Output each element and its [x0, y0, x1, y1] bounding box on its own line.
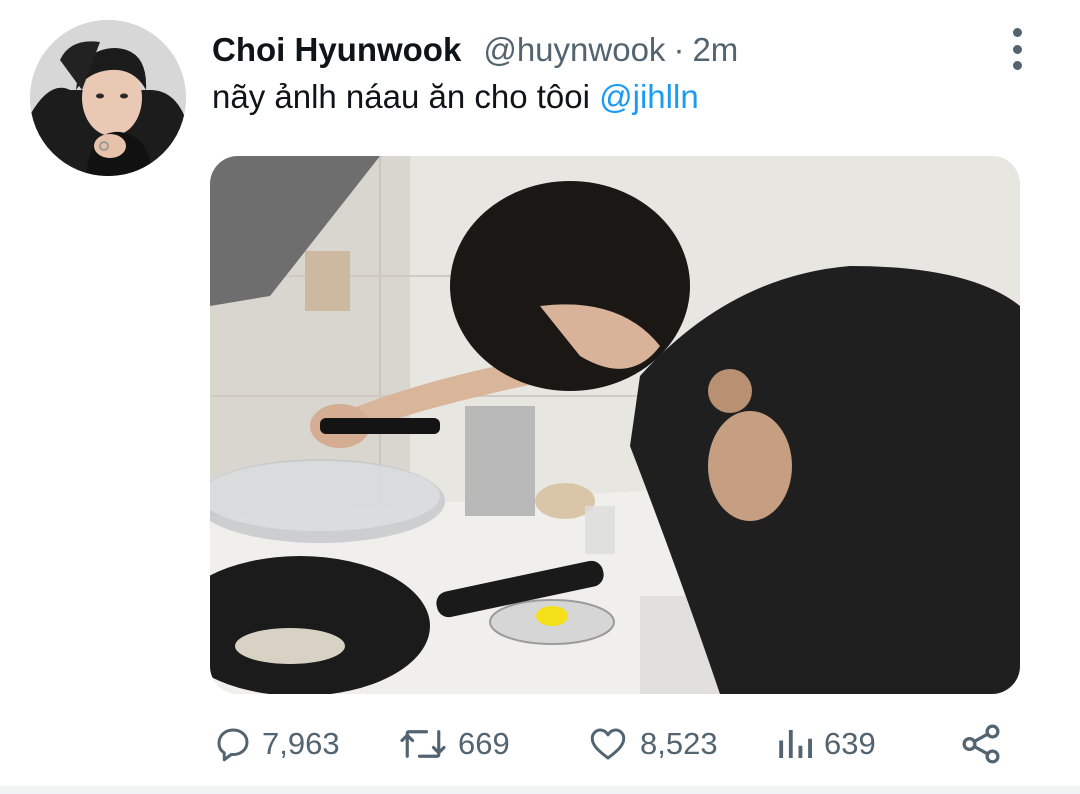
bar-chart-icon [779, 730, 812, 758]
retweet-button[interactable]: 669 [396, 720, 510, 768]
heart-icon [590, 728, 626, 760]
reply-count: 7,963 [262, 726, 340, 761]
avatar-image [30, 20, 186, 176]
share-button[interactable] [958, 720, 1004, 768]
like-count: 8,523 [640, 726, 718, 761]
tweet-header: Choi Hyunwook @huynwook · 2m [212, 26, 738, 74]
mention-link[interactable]: @jihlln [599, 78, 699, 115]
reply-button[interactable]: 7,963 [212, 720, 340, 768]
tweet-body: nãy ảnlh náau ăn cho tôoi [212, 78, 600, 115]
separator-dot: · [673, 31, 685, 68]
timestamp[interactable]: 2m [692, 31, 738, 69]
tweet-photo[interactable] [210, 156, 1020, 694]
more-vertical-icon[interactable] [998, 24, 1036, 74]
views-button[interactable]: 639 [774, 720, 876, 768]
tweet-actions: 7,963 669 8,523 639 [212, 720, 1012, 768]
reply-bubble-icon [217, 728, 249, 762]
display-name[interactable]: Choi Hyunwook [212, 31, 461, 69]
views-count: 639 [824, 726, 876, 761]
retweet-count: 669 [458, 726, 510, 761]
share-icon [962, 724, 1000, 764]
divider [0, 786, 1080, 794]
retweet-icon [400, 730, 446, 758]
tweet-text: nãy ảnlh náau ăn cho tôoi @jihlln [212, 78, 699, 116]
cooking-photo [210, 156, 1020, 694]
like-button[interactable]: 8,523 [584, 720, 718, 768]
avatar[interactable] [30, 20, 186, 176]
user-handle[interactable]: @huynwook [483, 31, 665, 69]
